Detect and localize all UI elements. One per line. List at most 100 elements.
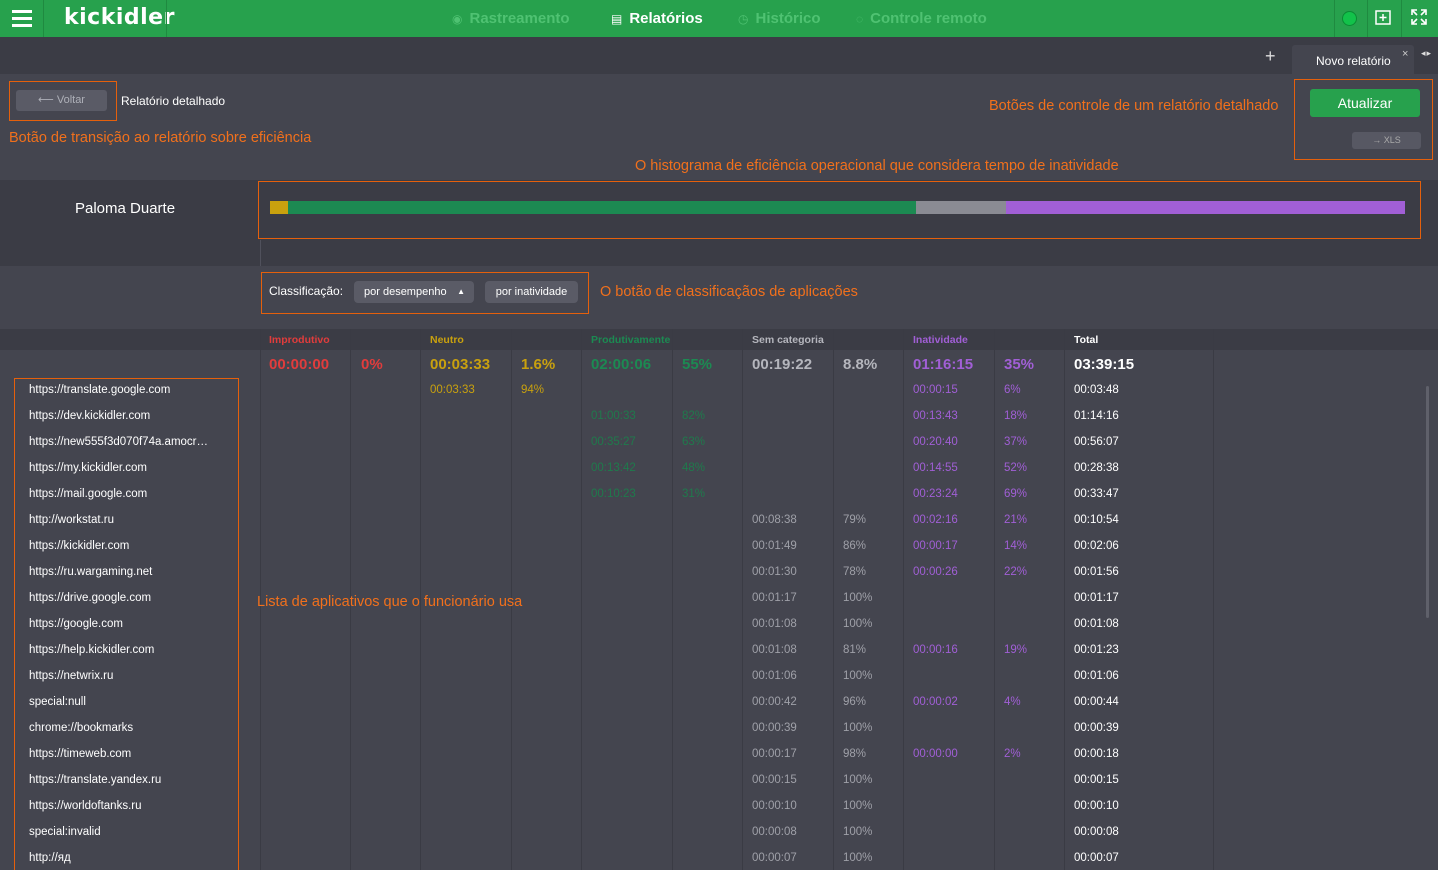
app-list-item[interactable]: https://dev.kickidler.com [29, 410, 219, 422]
menu-icon[interactable] [0, 0, 43, 37]
nav-remote-control[interactable]: ◌ Controle remoto [856, 10, 987, 27]
tab-new-report[interactable]: Novo relatório × [1292, 45, 1414, 74]
table-cell-idle-p: 69% [1004, 488, 1028, 500]
table-cell-total: 00:00:15 [1074, 774, 1119, 786]
table-cell-idle: 00:00:26 [913, 566, 958, 578]
table-cell-unc: 00:00:42 [752, 696, 797, 708]
app-list-item[interactable]: special:invalid [29, 826, 219, 838]
table-cell-unc: 00:00:39 [752, 722, 797, 734]
table-cell-pro-p: 31% [682, 488, 706, 500]
total-unproductive-time: 00:00:00 [269, 356, 330, 373]
app-list-item[interactable]: https://new555f3d070f74a.amocr… [29, 436, 219, 448]
table-cell-unc-p: 100% [843, 800, 873, 812]
table-cell-unc: 00:00:17 [752, 748, 797, 760]
histogram-segment [915, 201, 1006, 214]
table-cell-idle: 00:00:17 [913, 540, 958, 552]
table-cell-idle: 00:13:43 [913, 410, 958, 422]
column-divider [903, 329, 904, 870]
header-productive[interactable]: Produtivamente [591, 334, 670, 346]
table-cell-idle-p: 22% [1004, 566, 1028, 578]
table-cell-total: 00:03:48 [1074, 384, 1119, 396]
header-neutral[interactable]: Neutro [430, 334, 464, 346]
app-list-item[interactable]: https://ru.wargaming.net [29, 566, 219, 578]
app-list-item[interactable]: https://drive.google.com [29, 592, 219, 604]
header-total[interactable]: Total [1074, 334, 1098, 346]
table-cell-unc-p: 78% [843, 566, 867, 578]
table-cell-total: 00:00:07 [1074, 852, 1119, 864]
divider [1334, 0, 1335, 37]
app-list-item[interactable]: https://my.kickidler.com [29, 462, 219, 474]
table-cell-unc: 00:01:30 [752, 566, 797, 578]
table-cell-total: 00:00:10 [1074, 800, 1119, 812]
annotation-app-list: Lista de aplicativos que o funcionário u… [257, 594, 523, 610]
table-cell-unc: 00:00:07 [752, 852, 797, 864]
column-divider [581, 329, 582, 870]
table-cell-unc-p: 96% [843, 696, 867, 708]
table-cell-total: 00:01:56 [1074, 566, 1119, 578]
table-cell-total: 00:28:38 [1074, 462, 1119, 474]
add-window-icon[interactable] [1373, 8, 1393, 28]
nav-remote-label: Controle remoto [870, 10, 987, 27]
nav-tracking-label: Rastreamento [469, 10, 570, 27]
column-divider [672, 329, 673, 870]
table-cell-idle: 00:23:24 [913, 488, 958, 500]
app-list-item[interactable]: https://google.com [29, 618, 219, 630]
table-cell-idle: 00:00:15 [913, 384, 958, 396]
status-indicator [1342, 11, 1357, 26]
column-divider [1064, 329, 1065, 870]
sort-by-idle-button[interactable]: por inatividade [485, 281, 578, 303]
sort-by-performance-button[interactable]: por desempenho ▲ [354, 281, 474, 303]
app-list-item[interactable]: https://worldoftanks.ru [29, 800, 219, 812]
app-list-item[interactable]: https://help.kickidler.com [29, 644, 219, 656]
export-xls-button[interactable]: → XLS [1352, 132, 1421, 149]
back-button[interactable]: ⟵ Voltar [16, 90, 107, 111]
table-cell-total: 00:00:44 [1074, 696, 1119, 708]
total-neutral-time: 00:03:33 [430, 356, 491, 373]
top-bar: kickidler ◉ Rastreamento ▤ Relatórios ◷ … [0, 0, 1438, 37]
app-list-item[interactable]: https://mail.google.com [29, 488, 219, 500]
table-cell-idle: 00:02:16 [913, 514, 958, 526]
nav-reports[interactable]: ▤ Relatórios [611, 10, 703, 27]
table-cell-total: 00:56:07 [1074, 436, 1119, 448]
app-list-item[interactable]: https://translate.google.com [29, 384, 219, 396]
total-productive-pct: 55% [682, 356, 713, 373]
table-cell-unc: 00:01:08 [752, 644, 797, 656]
app-list-item[interactable]: https://timeweb.com [29, 748, 219, 760]
annotation-classification: O botão de classificaçãos de aplicações [600, 284, 858, 300]
table-cell-pro-p: 48% [682, 462, 706, 474]
refresh-button[interactable]: Atualizar [1310, 89, 1420, 117]
table-cell-idle: 00:20:40 [913, 436, 958, 448]
table-cell-total: 00:01:06 [1074, 670, 1119, 682]
nav-history-label: Histórico [755, 10, 821, 27]
fullscreen-icon[interactable] [1409, 8, 1429, 28]
nav-history[interactable]: ◷ Histórico [738, 10, 821, 27]
header-idle[interactable]: Inatividade [913, 334, 968, 346]
nav-tracking[interactable]: ◉ Rastreamento [452, 10, 570, 27]
history-icon: ◷ [738, 11, 749, 26]
app-list-item[interactable]: http://яд [29, 852, 219, 864]
tab-scroll-arrows-icon[interactable]: ◂▸ [1421, 48, 1432, 59]
scrollbar[interactable] [1426, 386, 1429, 618]
app-list-item[interactable]: special:null [29, 696, 219, 708]
header-unproductive[interactable]: Improdutivo [269, 334, 330, 346]
table-cell-total: 00:01:17 [1074, 592, 1119, 604]
add-tab-icon[interactable]: + [1265, 46, 1276, 67]
app-list-item[interactable]: chrome://bookmarks [29, 722, 219, 734]
header-uncategorized[interactable]: Sem categoria [752, 334, 824, 346]
table-cell-idle-p: 21% [1004, 514, 1028, 526]
table-cell-unc-p: 100% [843, 774, 873, 786]
column-divider [1213, 329, 1214, 870]
divider [260, 240, 261, 266]
total-idle-pct: 35% [1004, 356, 1035, 373]
app-list-item[interactable]: http://workstat.ru [29, 514, 219, 526]
table-cell-total: 00:01:23 [1074, 644, 1119, 656]
table-cell-total: 00:00:08 [1074, 826, 1119, 838]
app-list-item[interactable]: https://translate.yandex.ru [29, 774, 219, 786]
table-cell-unc-p: 100% [843, 670, 873, 682]
app-list-item[interactable]: https://netwrix.ru [29, 670, 219, 682]
close-icon[interactable]: × [1402, 48, 1408, 60]
table-cell-unc-p: 81% [843, 644, 867, 656]
table-cell-idle-p: 14% [1004, 540, 1028, 552]
app-list-item[interactable]: https://kickidler.com [29, 540, 219, 552]
table-cell-pro-p: 82% [682, 410, 706, 422]
